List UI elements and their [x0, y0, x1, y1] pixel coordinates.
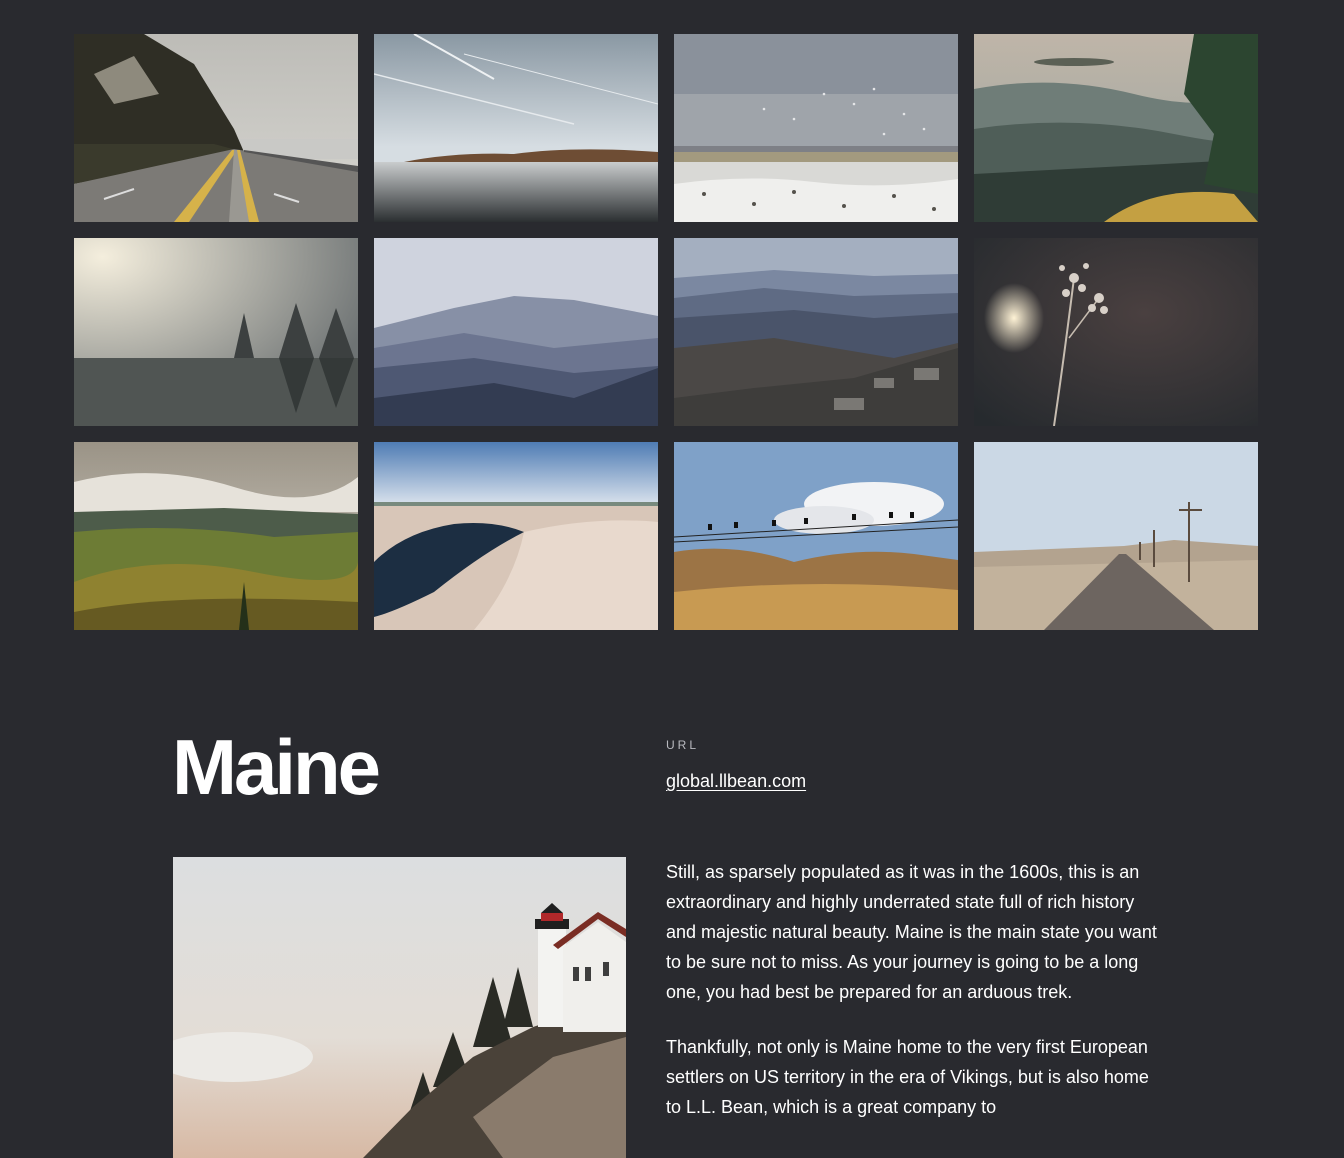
article-paragraph-1: Still, as sparsely populated as it was i… [666, 862, 1157, 1002]
website-link[interactable]: global.llbean.com [666, 771, 806, 792]
gallery-image-misty-forest-valley[interactable] [974, 34, 1258, 222]
gallery-image-sand-dunes-lake[interactable] [374, 442, 658, 630]
gallery-image-cliffside-highway[interactable] [74, 34, 358, 222]
page: Maine URL global.llbean.com Still, as sp… [0, 0, 1344, 1158]
photo-gallery [74, 34, 1258, 630]
gallery-image-rocky-mountain-overlook[interactable] [674, 238, 958, 426]
gallery-image-dried-wildflower[interactable] [974, 238, 1258, 426]
gallery-image-green-hills-valley[interactable] [74, 442, 358, 630]
page-title: Maine [172, 723, 381, 811]
article-body: Still, as sparsely populated as it was i… [666, 857, 1166, 1147]
gallery-image-snow-geese-field[interactable] [674, 34, 958, 222]
feature-image-lighthouse [173, 857, 626, 1158]
gallery-image-blue-mountain-ranges[interactable] [374, 238, 658, 426]
url-label: URL [666, 738, 700, 752]
gallery-image-desert-road-poles[interactable] [974, 442, 1258, 630]
gallery-image-calm-lake[interactable] [374, 34, 658, 222]
gallery-image-birds-on-wire-hills[interactable] [674, 442, 958, 630]
article-paragraph-2: Thankfully, not only is Maine home to th… [666, 1037, 1149, 1117]
gallery-image-foggy-lake-trees[interactable] [74, 238, 358, 426]
